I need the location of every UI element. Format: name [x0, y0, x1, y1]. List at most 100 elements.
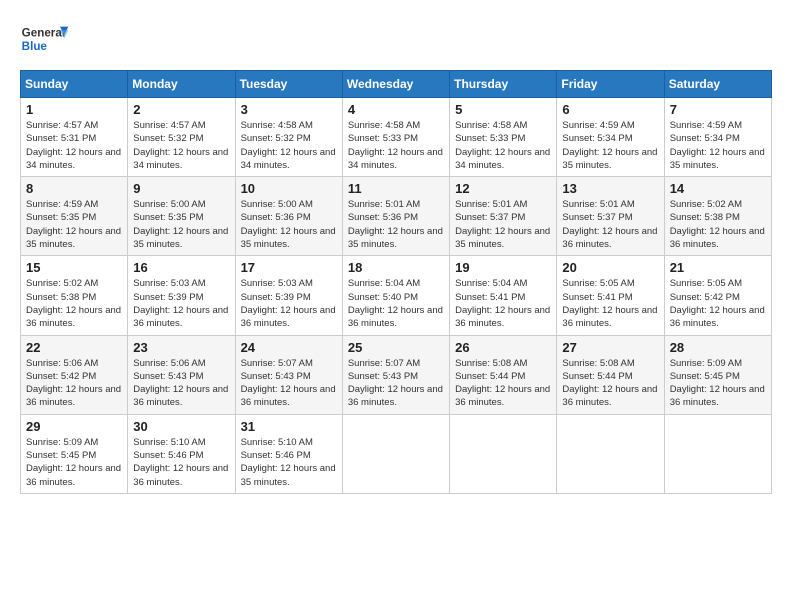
calendar-week-row: 22Sunrise: 5:06 AMSunset: 5:42 PMDayligh… — [21, 335, 772, 414]
weekday-header-cell: Thursday — [450, 71, 557, 98]
day-detail: Sunrise: 5:00 AMSunset: 5:35 PMDaylight:… — [133, 198, 229, 251]
day-number: 8 — [26, 181, 122, 196]
day-number: 29 — [26, 419, 122, 434]
day-number: 14 — [670, 181, 766, 196]
day-number: 13 — [562, 181, 658, 196]
day-number: 27 — [562, 340, 658, 355]
day-number: 3 — [241, 102, 337, 117]
day-detail: Sunrise: 5:02 AMSunset: 5:38 PMDaylight:… — [670, 198, 766, 251]
calendar-day-cell — [664, 414, 771, 493]
day-detail: Sunrise: 5:04 AMSunset: 5:40 PMDaylight:… — [348, 277, 444, 330]
day-number: 21 — [670, 260, 766, 275]
day-number: 28 — [670, 340, 766, 355]
day-number: 6 — [562, 102, 658, 117]
day-detail: Sunrise: 5:07 AMSunset: 5:43 PMDaylight:… — [241, 357, 337, 410]
day-detail: Sunrise: 4:59 AMSunset: 5:35 PMDaylight:… — [26, 198, 122, 251]
calendar-day-cell: 13 Sunrise: 5:01 AMSunset: 5:37 PMDayligh… — [557, 177, 664, 256]
calendar-week-row: 15Sunrise: 5:02 AMSunset: 5:38 PMDayligh… — [21, 256, 772, 335]
calendar-body: 1 Sunrise: 4:57 AMSunset: 5:31 PMDaylight… — [21, 98, 772, 494]
calendar-day-cell: 15Sunrise: 5:02 AMSunset: 5:38 PMDayligh… — [21, 256, 128, 335]
day-number: 23 — [133, 340, 229, 355]
calendar-day-cell: 21 Sunrise: 5:05 AMSunset: 5:42 PMDayligh… — [664, 256, 771, 335]
day-detail: Sunrise: 4:58 AMSunset: 5:33 PMDaylight:… — [348, 119, 444, 172]
svg-text:Blue: Blue — [22, 40, 48, 53]
day-detail: Sunrise: 5:06 AMSunset: 5:43 PMDaylight:… — [133, 357, 229, 410]
day-detail: Sunrise: 5:07 AMSunset: 5:43 PMDaylight:… — [348, 357, 444, 410]
day-number: 11 — [348, 181, 444, 196]
day-number: 19 — [455, 260, 551, 275]
day-detail: Sunrise: 5:03 AMSunset: 5:39 PMDaylight:… — [241, 277, 337, 330]
calendar-day-cell: 25 Sunrise: 5:07 AMSunset: 5:43 PMDayligh… — [342, 335, 449, 414]
calendar-day-cell: 24Sunrise: 5:07 AMSunset: 5:43 PMDayligh… — [235, 335, 342, 414]
calendar-week-row: 8 Sunrise: 4:59 AMSunset: 5:35 PMDaylight… — [21, 177, 772, 256]
day-detail: Sunrise: 5:01 AMSunset: 5:37 PMDaylight:… — [455, 198, 551, 251]
day-detail: Sunrise: 5:04 AMSunset: 5:41 PMDaylight:… — [455, 277, 551, 330]
day-number: 16 — [133, 260, 229, 275]
calendar-day-cell: 23 Sunrise: 5:06 AMSunset: 5:43 PMDayligh… — [128, 335, 235, 414]
weekday-header-cell: Friday — [557, 71, 664, 98]
calendar-day-cell: 4 Sunrise: 4:58 AMSunset: 5:33 PMDaylight… — [342, 98, 449, 177]
day-detail: Sunrise: 4:58 AMSunset: 5:32 PMDaylight:… — [241, 119, 337, 172]
day-number: 7 — [670, 102, 766, 117]
calendar-day-cell: 18 Sunrise: 5:04 AMSunset: 5:40 PMDayligh… — [342, 256, 449, 335]
day-detail: Sunrise: 5:01 AMSunset: 5:37 PMDaylight:… — [562, 198, 658, 251]
calendar-day-cell: 9Sunrise: 5:00 AMSunset: 5:35 PMDaylight… — [128, 177, 235, 256]
day-detail: Sunrise: 5:05 AMSunset: 5:41 PMDaylight:… — [562, 277, 658, 330]
day-detail: Sunrise: 5:10 AMSunset: 5:46 PMDaylight:… — [241, 436, 337, 489]
calendar-day-cell: 3 Sunrise: 4:58 AMSunset: 5:32 PMDaylight… — [235, 98, 342, 177]
svg-text:General: General — [22, 27, 65, 40]
day-detail: Sunrise: 4:59 AMSunset: 5:34 PMDaylight:… — [562, 119, 658, 172]
day-number: 18 — [348, 260, 444, 275]
day-detail: Sunrise: 5:01 AMSunset: 5:36 PMDaylight:… — [348, 198, 444, 251]
day-detail: Sunrise: 5:08 AMSunset: 5:44 PMDaylight:… — [562, 357, 658, 410]
calendar-day-cell: 27 Sunrise: 5:08 AMSunset: 5:44 PMDayligh… — [557, 335, 664, 414]
weekday-header-cell: Saturday — [664, 71, 771, 98]
day-detail: Sunrise: 5:06 AMSunset: 5:42 PMDaylight:… — [26, 357, 122, 410]
logo-icon: General Blue — [20, 20, 70, 60]
calendar-day-cell: 20 Sunrise: 5:05 AMSunset: 5:41 PMDayligh… — [557, 256, 664, 335]
day-number: 15 — [26, 260, 122, 275]
page-header: General Blue — [20, 20, 772, 60]
day-detail: Sunrise: 4:59 AMSunset: 5:34 PMDaylight:… — [670, 119, 766, 172]
calendar-week-row: 1 Sunrise: 4:57 AMSunset: 5:31 PMDaylight… — [21, 98, 772, 177]
weekday-header-cell: Tuesday — [235, 71, 342, 98]
day-number: 20 — [562, 260, 658, 275]
calendar-day-cell: 5 Sunrise: 4:58 AMSunset: 5:33 PMDaylight… — [450, 98, 557, 177]
day-number: 4 — [348, 102, 444, 117]
day-number: 30 — [133, 419, 229, 434]
day-number: 26 — [455, 340, 551, 355]
logo: General Blue — [20, 20, 70, 60]
calendar-day-cell: 6 Sunrise: 4:59 AMSunset: 5:34 PMDaylight… — [557, 98, 664, 177]
day-number: 25 — [348, 340, 444, 355]
calendar-day-cell: 29 Sunrise: 5:09 AMSunset: 5:45 PMDayligh… — [21, 414, 128, 493]
calendar-day-cell: 1 Sunrise: 4:57 AMSunset: 5:31 PMDaylight… — [21, 98, 128, 177]
weekday-header-row: SundayMondayTuesdayWednesdayThursdayFrid… — [21, 71, 772, 98]
day-detail: Sunrise: 4:57 AMSunset: 5:32 PMDaylight:… — [133, 119, 229, 172]
day-number: 5 — [455, 102, 551, 117]
day-detail: Sunrise: 5:10 AMSunset: 5:46 PMDaylight:… — [133, 436, 229, 489]
calendar-day-cell — [557, 414, 664, 493]
calendar-day-cell: 10 Sunrise: 5:00 AMSunset: 5:36 PMDayligh… — [235, 177, 342, 256]
day-number: 31 — [241, 419, 337, 434]
calendar-week-row: 29 Sunrise: 5:09 AMSunset: 5:45 PMDayligh… — [21, 414, 772, 493]
calendar-day-cell: 28 Sunrise: 5:09 AMSunset: 5:45 PMDayligh… — [664, 335, 771, 414]
weekday-header-cell: Wednesday — [342, 71, 449, 98]
weekday-header-cell: Monday — [128, 71, 235, 98]
day-detail: Sunrise: 5:09 AMSunset: 5:45 PMDaylight:… — [26, 436, 122, 489]
day-detail: Sunrise: 5:03 AMSunset: 5:39 PMDaylight:… — [133, 277, 229, 330]
day-detail: Sunrise: 5:05 AMSunset: 5:42 PMDaylight:… — [670, 277, 766, 330]
day-number: 1 — [26, 102, 122, 117]
calendar-day-cell: 17 Sunrise: 5:03 AMSunset: 5:39 PMDayligh… — [235, 256, 342, 335]
calendar-day-cell: 2Sunrise: 4:57 AMSunset: 5:32 PMDaylight… — [128, 98, 235, 177]
day-detail: Sunrise: 5:00 AMSunset: 5:36 PMDaylight:… — [241, 198, 337, 251]
calendar-day-cell: 22Sunrise: 5:06 AMSunset: 5:42 PMDayligh… — [21, 335, 128, 414]
calendar-day-cell: 19 Sunrise: 5:04 AMSunset: 5:41 PMDayligh… — [450, 256, 557, 335]
day-detail: Sunrise: 4:58 AMSunset: 5:33 PMDaylight:… — [455, 119, 551, 172]
day-detail: Sunrise: 4:57 AMSunset: 5:31 PMDaylight:… — [26, 119, 122, 172]
calendar-day-cell: 26Sunrise: 5:08 AMSunset: 5:44 PMDayligh… — [450, 335, 557, 414]
day-number: 17 — [241, 260, 337, 275]
day-detail: Sunrise: 5:09 AMSunset: 5:45 PMDaylight:… — [670, 357, 766, 410]
day-number: 10 — [241, 181, 337, 196]
calendar-table: SundayMondayTuesdayWednesdayThursdayFrid… — [20, 70, 772, 494]
calendar-day-cell: 7 Sunrise: 4:59 AMSunset: 5:34 PMDaylight… — [664, 98, 771, 177]
